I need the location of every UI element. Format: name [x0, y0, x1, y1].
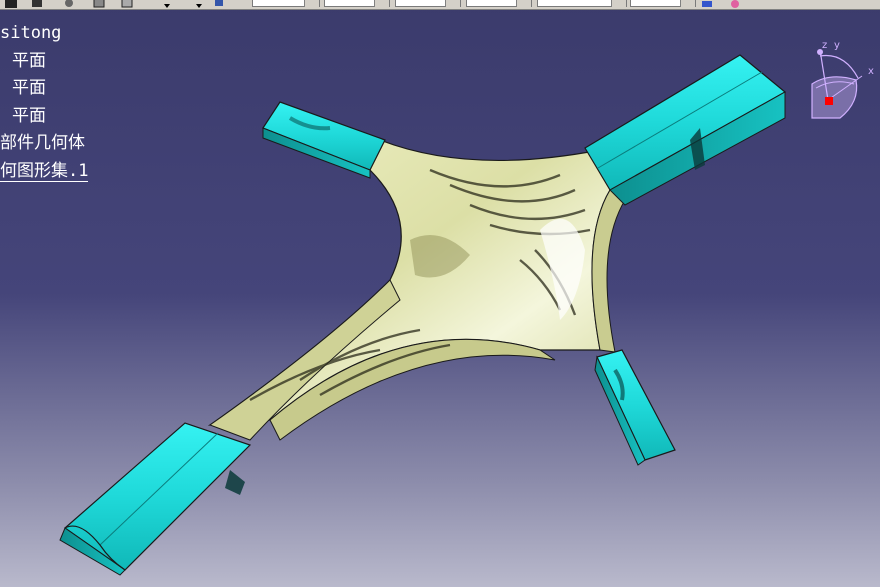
tree-geo-set-label: 何图形集.1	[0, 160, 89, 182]
compass-z-label: z	[822, 40, 827, 51]
save-icon[interactable]	[4, 0, 18, 8]
pipe-upper-right[interactable]	[584, 54, 787, 206]
what-is-icon[interactable]	[212, 0, 226, 8]
tree-root-label: sitong	[0, 23, 62, 43]
tree-geometric-set[interactable]: 何图形集.1	[0, 158, 89, 186]
pipe-upper-left[interactable]	[262, 101, 386, 179]
tree-plane-label: 平面	[12, 50, 46, 71]
compass-arc-top-icon	[819, 54, 859, 79]
tree-root-sitong[interactable]: sitong	[0, 20, 88, 48]
3d-viewport[interactable]: sitong 平面 平面 平面 部件几何体 何图形集.1 z y x	[0, 0, 880, 587]
cut-icon[interactable]	[62, 0, 76, 8]
undo-dropdown-icon[interactable]	[160, 0, 174, 8]
toolbar-field-6[interactable]	[630, 0, 696, 7]
compass-x-label: x	[868, 66, 874, 77]
tree-plane-label: 平面	[12, 78, 46, 98]
toolbar-field-1[interactable]	[252, 0, 320, 7]
tree-plane-label: 平面	[12, 105, 46, 126]
redo-dropdown-icon[interactable]	[192, 0, 206, 8]
paste-icon[interactable]	[120, 0, 134, 8]
print-icon[interactable]	[30, 0, 44, 8]
color-icon[interactable]	[728, 0, 742, 8]
toolbar-field-4[interactable]	[466, 0, 532, 7]
copy-icon[interactable]	[92, 0, 106, 8]
filter-icon[interactable]	[700, 0, 714, 8]
tree-part-body-label: 部件几何体	[0, 133, 85, 153]
toolbar-field-3[interactable]	[395, 0, 461, 7]
compass-origin-icon[interactable]	[825, 97, 833, 105]
toolbar	[0, 0, 880, 10]
compass-y-label: y	[834, 40, 840, 51]
tree-plane-2[interactable]: 平面	[0, 75, 88, 103]
tree-part-body[interactable]: 部件几何体	[0, 130, 88, 158]
toolbar-field-2[interactable]	[324, 0, 390, 7]
pipe-right-lower[interactable]	[594, 349, 676, 466]
cross-pipe-model[interactable]	[0, 0, 880, 587]
specification-tree: sitong 平面 平面 平面 部件几何体 何图形集.1	[0, 20, 89, 186]
pipe-lower-left[interactable]	[59, 422, 252, 576]
toolbar-field-5[interactable]	[537, 0, 627, 7]
compass-widget[interactable]: z y x	[800, 36, 880, 122]
tree-plane-3[interactable]: 平面	[0, 103, 88, 131]
tree-plane-1[interactable]: 平面	[0, 48, 88, 76]
